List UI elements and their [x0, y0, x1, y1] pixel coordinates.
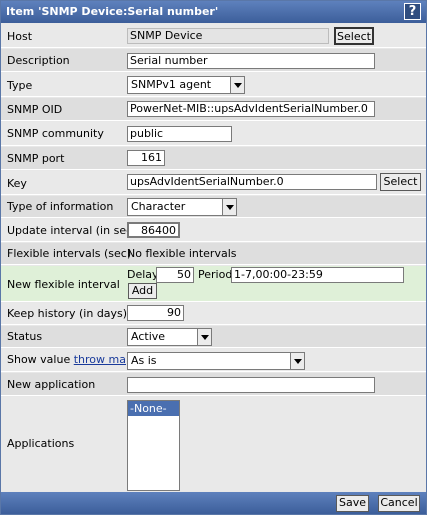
key-select-button[interactable]: Select	[380, 173, 421, 191]
description-field[interactable]: Serial number	[127, 53, 375, 69]
row-applications: Applications -None-	[1, 397, 426, 491]
footer-bar: Save Cancel	[1, 492, 426, 514]
cancel-button[interactable]: Cancel	[378, 495, 420, 512]
snmp-community-field[interactable]: public	[127, 126, 232, 142]
applications-label: Applications	[7, 437, 75, 450]
new-application-label: New application	[7, 378, 96, 391]
row-new-application: New application	[1, 373, 426, 396]
host-select-button[interactable]: Select	[334, 27, 374, 45]
description-label: Description	[7, 54, 70, 67]
row-update-interval: Update interval (in sec) 86400	[1, 219, 426, 242]
row-snmp-port: SNMP port 161	[1, 147, 426, 170]
flexible-intervals-value: No flexible intervals	[127, 247, 237, 260]
show-value-select[interactable]: As is	[127, 352, 305, 370]
snmp-port-label: SNMP port	[7, 152, 65, 165]
row-type-of-information: Type of information Character	[1, 196, 426, 218]
row-key: Key upsAdvIdentSerialNumber.0 Select	[1, 171, 426, 195]
show-value-select-value: As is	[131, 354, 157, 367]
keep-history-label: Keep history (in days)	[7, 307, 128, 320]
type-select[interactable]: SNMPv1 agent	[127, 76, 245, 94]
row-status: Status Active	[1, 326, 426, 348]
type-select-value: SNMPv1 agent	[131, 78, 212, 91]
chevron-down-icon	[290, 353, 304, 369]
snmp-community-label: SNMP community	[7, 127, 104, 140]
chevron-down-icon	[222, 199, 236, 215]
applications-listbox[interactable]: -None-	[127, 400, 180, 491]
status-label: Status	[7, 330, 43, 343]
status-select-value: Active	[131, 330, 166, 343]
type-of-information-select[interactable]: Character	[127, 198, 237, 216]
row-keep-history: Keep history (in days) 90	[1, 303, 426, 325]
snmp-oid-field[interactable]: PowerNet-MIB::upsAdvIdentSerialNumber.0	[127, 101, 375, 117]
period-field[interactable]: 1-7,00:00-23:59	[231, 267, 404, 283]
item-form-window: Item 'SNMP Device:Serial number' ? Host …	[0, 0, 427, 515]
chevron-down-icon	[197, 329, 211, 345]
row-flexible-intervals: Flexible intervals (sec) No flexible int…	[1, 243, 426, 265]
type-of-information-label: Type of information	[7, 200, 114, 213]
row-new-flexible-interval: New flexible interval Delay 50 Period 1-…	[1, 266, 426, 302]
new-application-field[interactable]	[127, 377, 375, 393]
update-interval-field[interactable]: 86400	[127, 222, 180, 238]
row-show-value: Show value throw map As is	[1, 349, 426, 372]
show-value-label-group: Show value throw map	[7, 353, 133, 366]
keep-history-field[interactable]: 90	[127, 305, 184, 321]
host-field[interactable]: SNMP Device	[127, 28, 329, 44]
key-field[interactable]: upsAdvIdentSerialNumber.0	[127, 174, 377, 190]
applications-option[interactable]: -None-	[128, 401, 179, 416]
show-value-label: Show value	[7, 353, 71, 366]
snmp-oid-label: SNMP OID	[7, 103, 63, 116]
title-bar: Item 'SNMP Device:Serial number' ?	[1, 1, 426, 23]
type-label: Type	[7, 79, 33, 92]
chevron-down-icon	[230, 77, 244, 93]
help-icon[interactable]: ?	[404, 3, 421, 20]
status-select[interactable]: Active	[127, 328, 212, 346]
new-flexible-interval-label: New flexible interval	[7, 278, 120, 291]
delay-label: Delay	[127, 268, 159, 281]
save-button[interactable]: Save	[336, 495, 369, 512]
period-label: Period	[198, 268, 233, 281]
row-type: Type SNMPv1 agent	[1, 73, 426, 97]
update-interval-label: Update interval (in sec)	[7, 224, 137, 237]
host-label: Host	[7, 30, 33, 43]
row-description: Description Serial number	[1, 49, 426, 72]
key-label: Key	[7, 177, 27, 190]
row-snmp-community: SNMP community public	[1, 122, 426, 146]
flexible-intervals-label: Flexible intervals (sec)	[7, 247, 132, 260]
snmp-port-field[interactable]: 161	[127, 150, 165, 166]
delay-field[interactable]: 50	[156, 267, 194, 283]
row-snmp-oid: SNMP OID PowerNet-MIB::upsAdvIdentSerial…	[1, 98, 426, 121]
row-host: Host SNMP Device Select	[1, 24, 426, 48]
type-of-information-value: Character	[131, 200, 186, 213]
throw-map-link[interactable]: throw map	[74, 353, 133, 366]
add-interval-button[interactable]: Add	[128, 283, 157, 299]
window-title: Item 'SNMP Device:Serial number'	[6, 5, 219, 18]
